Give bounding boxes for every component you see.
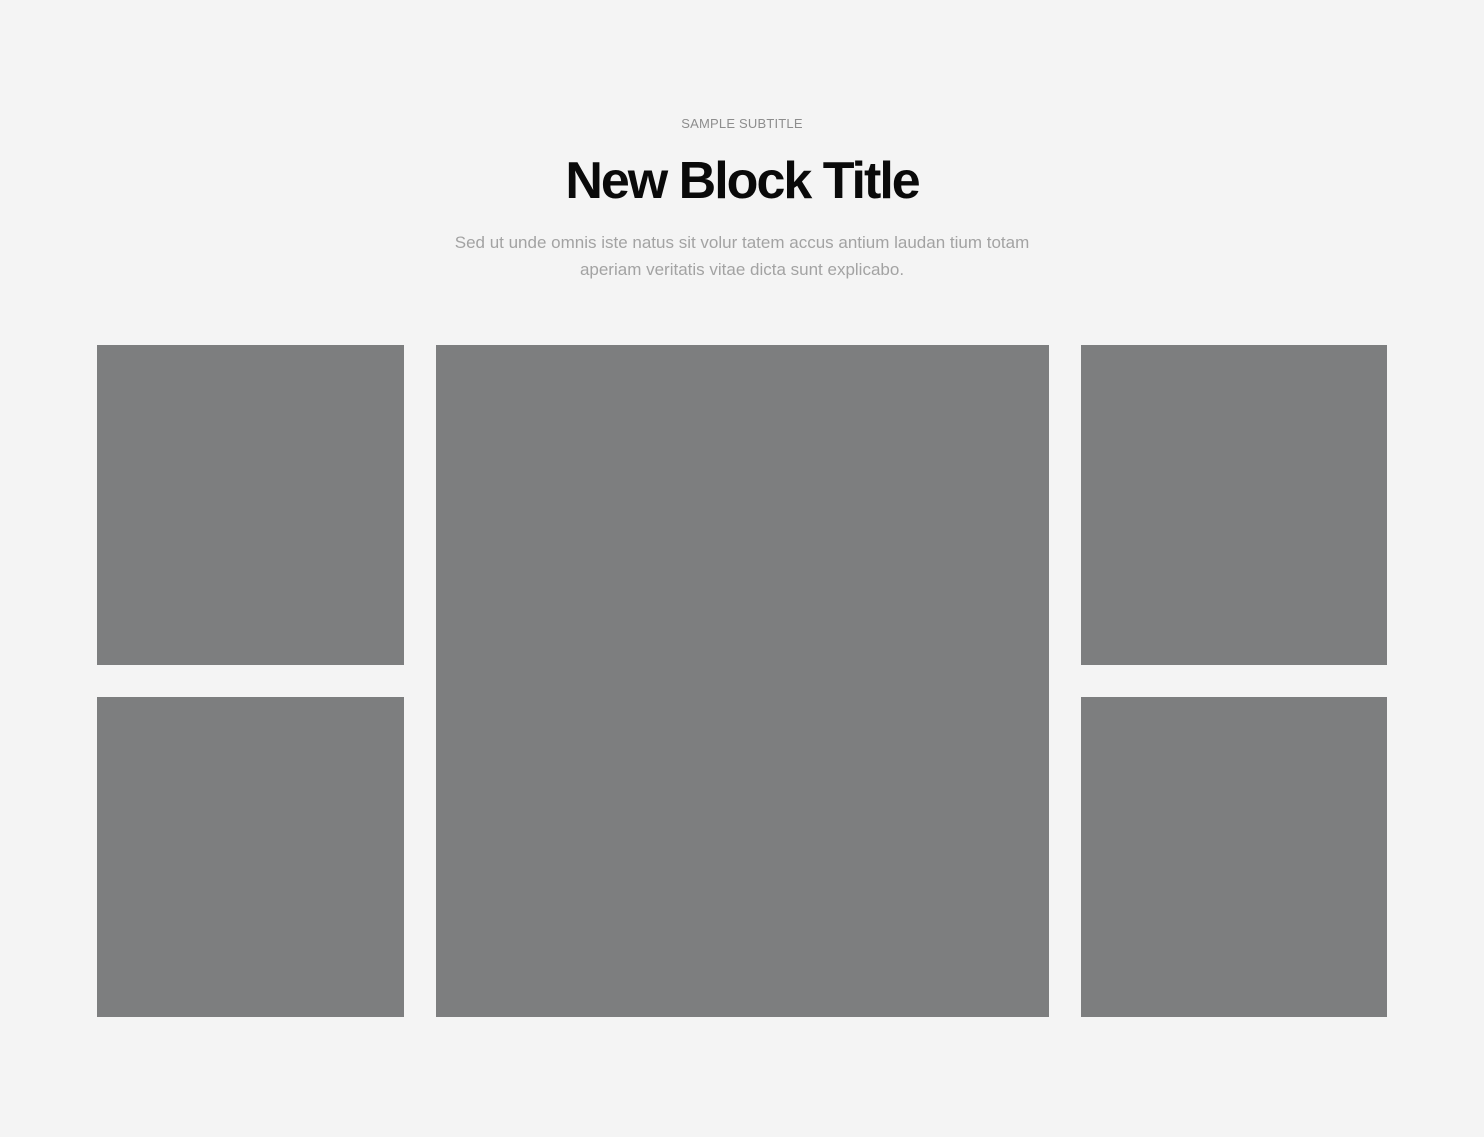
gallery-image-left-bottom <box>97 697 404 1017</box>
gallery-image-center <box>436 345 1049 1017</box>
gallery-image-right-bottom <box>1081 697 1387 1017</box>
gallery-image-right-top <box>1081 345 1387 665</box>
block-title: New Block Title <box>565 152 920 210</box>
block-subtitle: SAMPLE SUBTITLE <box>681 116 803 131</box>
image-gallery <box>97 345 1387 1017</box>
block-description: Sed ut unde omnis iste natus sit volur t… <box>454 233 1030 279</box>
gallery-image-left-top <box>97 345 404 665</box>
